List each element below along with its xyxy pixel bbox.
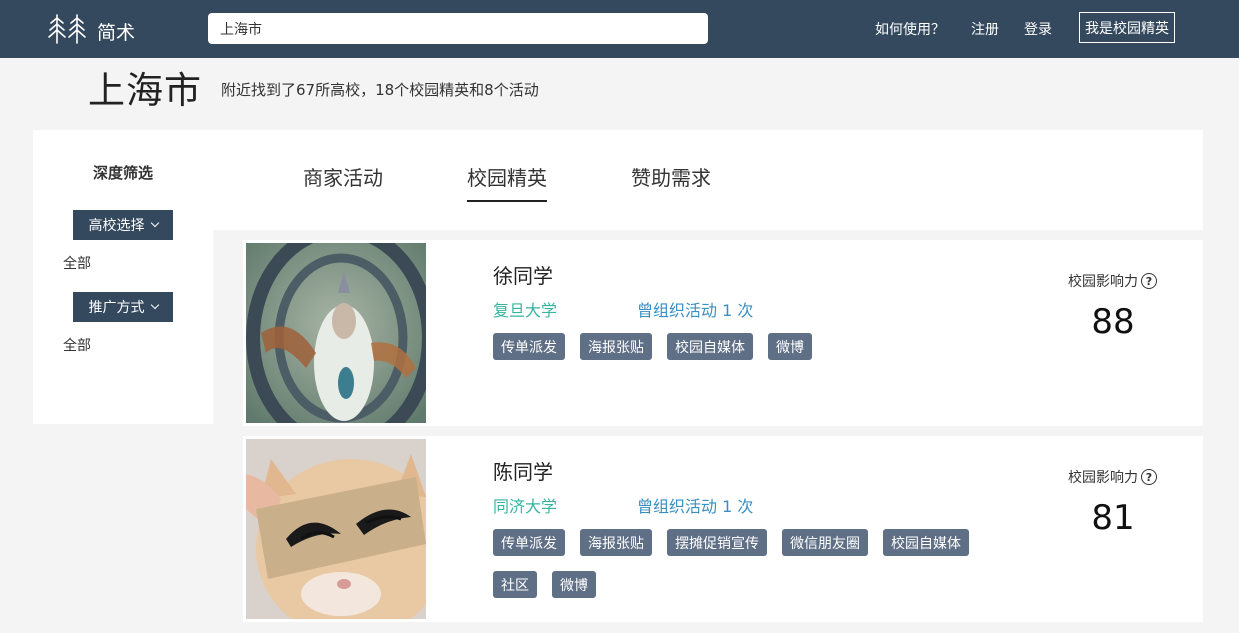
page-title: 上海市 (88, 69, 202, 112)
influence-label-text: 校园影响力 (1068, 274, 1138, 290)
influence-label: 校园影响力 ? (1068, 271, 1157, 291)
promotion-tag: 校园自媒体 (667, 333, 753, 360)
promotion-tag: 微博 (768, 333, 812, 360)
im-campus-elite-button[interactable]: 我是校园精英 (1079, 12, 1175, 43)
elite-events-count: 曾组织活动 1 次 (637, 497, 754, 516)
promotion-tag: 校园自媒体 (883, 529, 969, 556)
chevron-down-icon (150, 300, 159, 310)
elite-card[interactable]: 陈同学 同济大学 曾组织活动 1 次 传单派发 海报张贴 摆摊促销宣传 微信朋友… (243, 436, 1203, 622)
filter-sidebar: 深度筛选 高校选择 全部 推广方式 全部 (33, 130, 213, 424)
trees-logo-icon (48, 13, 88, 45)
promotion-tag: 海报张贴 (580, 333, 652, 360)
results-summary: 附近找到了67所高校，18个校园精英和8个活动 (221, 81, 539, 99)
promotion-tag: 社区 (493, 571, 537, 598)
promotion-method-filter-value[interactable]: 全部 (63, 335, 91, 355)
school-filter-dropdown[interactable]: 高校选择 (73, 210, 173, 240)
elite-school[interactable]: 同济大学 (493, 493, 557, 517)
filter-label: 推广方式 (88, 300, 145, 316)
promotion-tags: 传单派发 海报张贴 校园自媒体 微博 (493, 333, 993, 360)
influence-label-text: 校园影响力 (1068, 470, 1138, 486)
elite-card[interactable]: 徐同学 复旦大学 曾组织活动 1 次 传单派发 海报张贴 校园自媒体 微博 校园… (243, 240, 1203, 426)
brand-logo[interactable]: 简术 (48, 12, 135, 45)
sidebar-title: 深度筛选 (92, 164, 153, 182)
elite-events-count: 曾组织活动 1 次 (637, 301, 754, 320)
influence-score: 81 (1091, 498, 1135, 538)
filter-label: 高校选择 (88, 218, 145, 234)
influence-label: 校园影响力 ? (1068, 467, 1157, 487)
login-link[interactable]: 登录 (1024, 19, 1052, 39)
promotion-tag: 海报张贴 (580, 529, 652, 556)
promotion-tag: 微信朋友圈 (782, 529, 868, 556)
school-filter-value[interactable]: 全部 (63, 253, 91, 273)
chevron-down-icon (150, 218, 159, 228)
promotion-tag: 传单派发 (493, 529, 565, 556)
influence-score: 88 (1091, 302, 1135, 342)
search-input[interactable] (208, 13, 708, 44)
promotion-method-filter-dropdown[interactable]: 推广方式 (73, 292, 173, 322)
avatar[interactable] (246, 439, 426, 619)
tab-sponsorship-needs[interactable]: 赞助需求 (631, 162, 711, 200)
promotion-tags: 传单派发 海报张贴 摆摊促销宣传 微信朋友圈 校园自媒体 社区 微博 (493, 529, 993, 598)
tab-bar: 商家活动 校园精英 赞助需求 (213, 130, 1203, 230)
promotion-tag: 传单派发 (493, 333, 565, 360)
help-icon[interactable]: ? (1141, 469, 1157, 485)
elite-school[interactable]: 复旦大学 (493, 297, 557, 321)
brand-name: 简术 (97, 22, 136, 44)
promotion-tag: 微博 (552, 571, 596, 598)
tab-campus-elite[interactable]: 校园精英 (467, 162, 547, 202)
elite-name[interactable]: 徐同学 (493, 260, 553, 289)
register-link[interactable]: 注册 (971, 19, 999, 39)
help-icon[interactable]: ? (1141, 273, 1157, 289)
how-to-use-link[interactable]: 如何使用？ (875, 19, 945, 39)
promotion-tag: 摆摊促销宣传 (667, 529, 767, 556)
elite-name[interactable]: 陈同学 (493, 456, 553, 485)
tab-merchant-activities[interactable]: 商家活动 (303, 162, 383, 200)
avatar[interactable] (246, 243, 426, 423)
top-navbar: 简术 如何使用？ 注册 登录 我是校园精英 (0, 0, 1239, 58)
